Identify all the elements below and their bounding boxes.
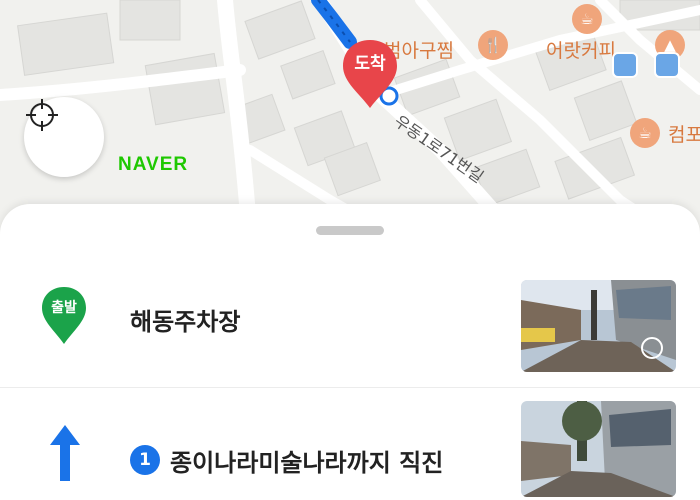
crosshair-icon <box>26 99 58 131</box>
route-step-row[interactable]: 1 종이나라미술나라까지 직진 <box>0 389 700 500</box>
street-view-image <box>521 401 676 497</box>
arrival-pin[interactable]: 도착 <box>340 38 400 110</box>
poi-label[interactable]: 컴포 <box>668 120 700 147</box>
start-badge: 출발 <box>40 286 88 346</box>
locate-me-button[interactable] <box>24 97 104 177</box>
cafe-icon[interactable]: ☕ <box>572 4 602 34</box>
bus-stop-icon[interactable] <box>612 52 638 78</box>
start-location-title: 해동주차장 <box>130 308 241 336</box>
street-view-thumbnail[interactable] <box>521 401 676 497</box>
poi-label[interactable]: 어랏커피 <box>546 36 616 63</box>
sheet-drag-handle[interactable] <box>316 226 384 235</box>
route-bottom-sheet: 출발 해동주차장 1 종이나라미술나라까지 직진 <box>0 204 700 500</box>
arrow-up-icon <box>50 425 80 481</box>
start-badge-label: 출발 <box>51 300 77 316</box>
step-number-badge: 1 <box>130 445 160 475</box>
route-start-row[interactable]: 출발 해동주차장 <box>0 276 700 388</box>
naver-logo: NAVER <box>118 154 189 175</box>
cafe-icon[interactable]: ☕ <box>630 118 660 148</box>
location-marker-icon <box>641 336 663 358</box>
restaurant-icon[interactable]: 🍴 <box>478 30 508 60</box>
bus-stop-icon[interactable] <box>654 52 680 78</box>
street-view-thumbnail[interactable] <box>521 280 676 372</box>
navigation-screen: 🍴 범아구찜 ☕ 어랏커피 ☕ 컴포 ▲ 우동1로71번길 도착 NAVER 출… <box>0 0 700 500</box>
arrival-pin-label: 도착 <box>354 54 386 74</box>
street-view-image <box>521 280 676 372</box>
step-instruction: 종이나라미술나라까지 직진 <box>170 449 444 477</box>
